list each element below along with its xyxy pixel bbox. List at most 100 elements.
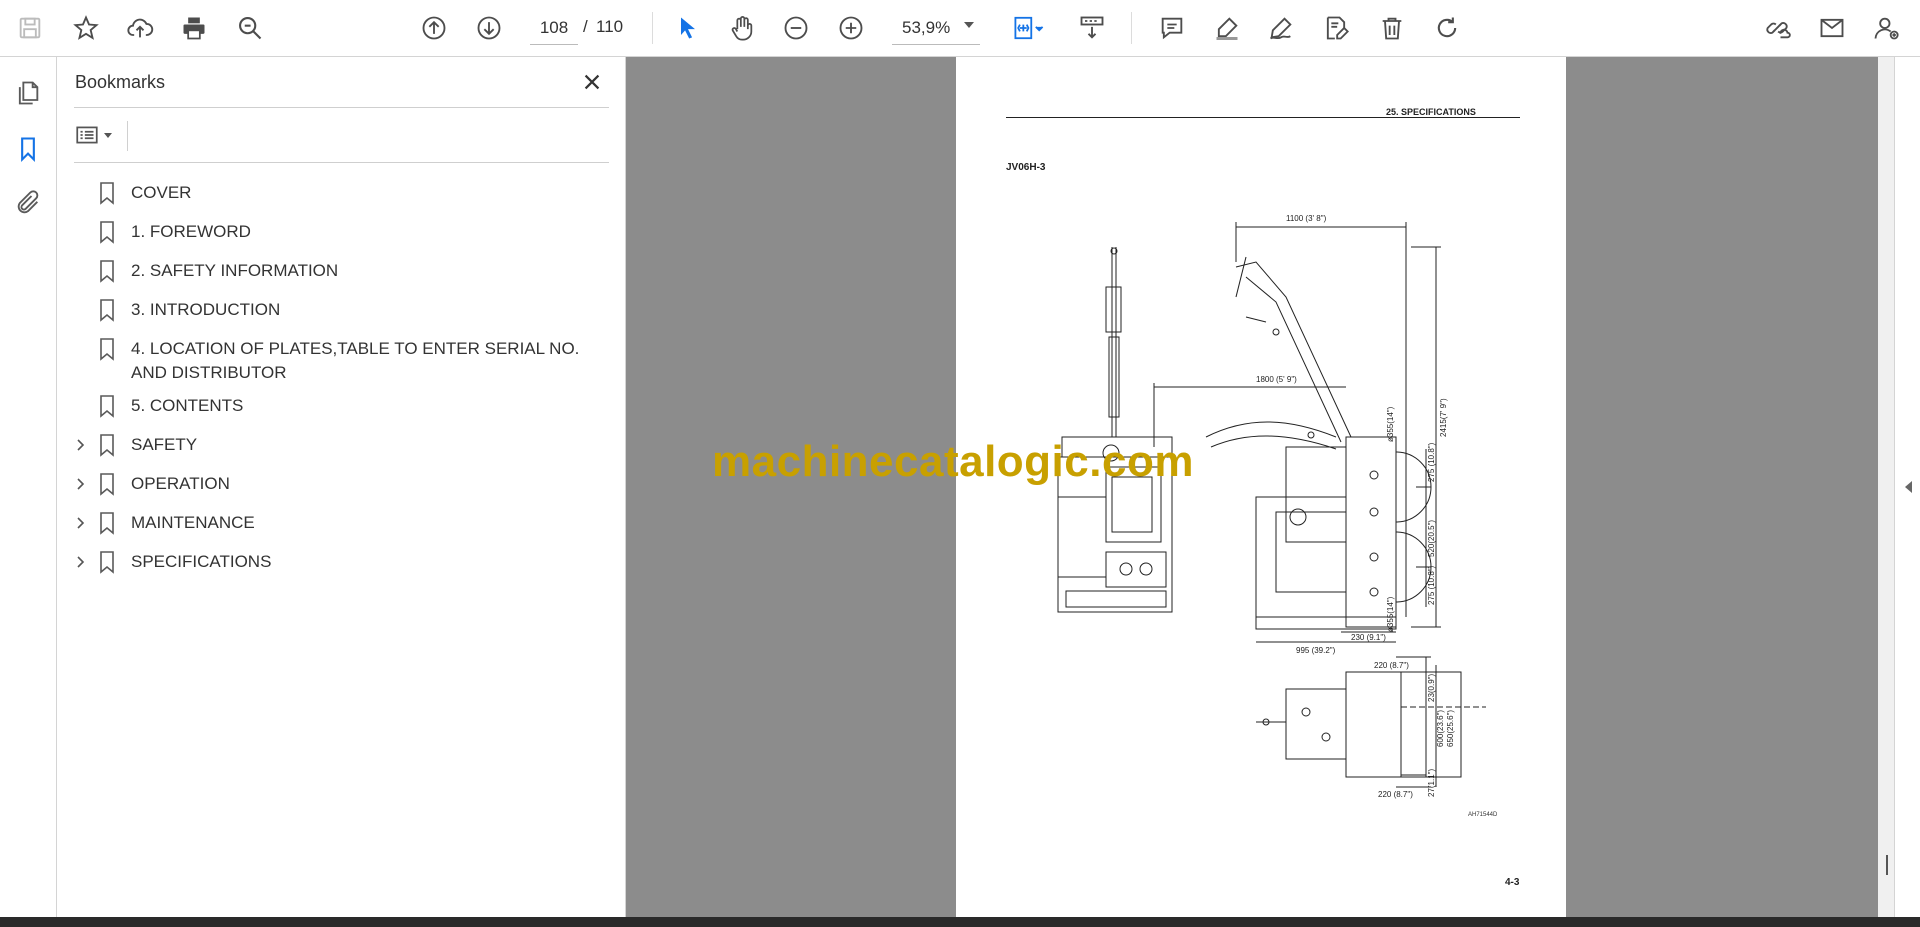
bookmark-item[interactable]: 2. SAFETY INFORMATION [57, 251, 625, 290]
toolbar-divider [652, 12, 653, 44]
divider [74, 162, 609, 163]
page-up-icon[interactable] [414, 8, 454, 48]
bookmark-label: MAINTENANCE [131, 513, 255, 532]
bookmarks-panel: Bookmarks COVER 1. FOREWORD 2. SAFETY IN… [57, 57, 626, 917]
bookmark-item[interactable]: SPECIFICATIONS [57, 542, 625, 581]
zoom-in-icon[interactable] [831, 8, 871, 48]
dimension-label: 1100 (3' 8") [1286, 214, 1327, 223]
bookmark-icon [100, 260, 114, 283]
bookmark-label: COVER [131, 183, 192, 202]
edit-text-icon[interactable] [1316, 8, 1356, 48]
bookmark-icon [100, 338, 114, 361]
bookmark-item[interactable]: 3. INTRODUCTION [57, 290, 625, 329]
highlight-icon[interactable] [1207, 8, 1247, 48]
bookmark-icon [100, 551, 114, 574]
bookmark-item[interactable]: SAFETY [57, 425, 625, 464]
email-icon[interactable] [1812, 8, 1852, 48]
bookmark-label: 4. LOCATION OF PLATES,TABLE TO ENTER SER… [131, 339, 580, 382]
dimension-label: 520(20.5") [1427, 520, 1436, 557]
bookmark-item[interactable]: 4. LOCATION OF PLATES,TABLE TO ENTER SER… [57, 329, 625, 386]
print-icon[interactable] [174, 8, 214, 48]
dimension-label: 600(23.6") [1436, 710, 1445, 747]
close-icon[interactable] [577, 67, 607, 97]
bookmark-label: 1. FOREWORD [131, 222, 251, 241]
dimension-label: ø355(14") [1386, 596, 1395, 632]
page-down-icon[interactable] [469, 8, 509, 48]
bookmark-label: SAFETY [131, 435, 198, 454]
divider [127, 121, 128, 151]
cloud-upload-icon[interactable] [120, 8, 160, 48]
dimension-label: 995 (39.2") [1296, 646, 1336, 655]
bookmark-icon [100, 221, 114, 244]
zoom-value: 53,9% [902, 18, 951, 37]
search-zoom-icon[interactable] [230, 8, 270, 48]
main-toolbar: / 110 53,9% [0, 0, 1920, 57]
bookmark-icon [100, 299, 114, 322]
hand-icon[interactable] [722, 8, 762, 48]
fit-page-icon[interactable] [1004, 8, 1054, 48]
save-icon[interactable] [10, 8, 50, 48]
dimension-label: ø355(14") [1386, 406, 1395, 442]
vertical-scrollbar[interactable] [1878, 57, 1894, 917]
scrollbar-thumb[interactable] [1886, 855, 1888, 875]
dimension-label: 230 (9.1") [1351, 633, 1386, 642]
chevron-right-icon[interactable] [73, 477, 87, 491]
chevron-down-icon [964, 22, 974, 28]
chevron-right-icon[interactable] [73, 438, 87, 452]
bookmark-list: COVER 1. FOREWORD 2. SAFETY INFORMATION … [57, 173, 625, 581]
bookmark-item[interactable]: MAINTENANCE [57, 503, 625, 542]
bookmark-icon [100, 434, 114, 457]
redo-icon[interactable] [1427, 8, 1467, 48]
chevron-right-icon[interactable] [73, 516, 87, 530]
dimension-label: 2415(7' 9") [1439, 398, 1448, 437]
page-total: 110 [596, 17, 624, 36]
bookmark-label: 5. CONTENTS [131, 396, 244, 415]
share-link-icon[interactable] [1757, 8, 1797, 48]
bookmark-icon [100, 395, 114, 418]
bookmark-item[interactable]: 1. FOREWORD [57, 212, 625, 251]
dimension-label: 220 (8.7") [1374, 661, 1409, 670]
bookmark-options-button[interactable] [74, 117, 122, 153]
page-separator: / [583, 17, 588, 36]
bookmark-item[interactable]: COVER [57, 173, 625, 212]
watermark-text: machinecatalogic.com [712, 437, 1194, 486]
dimension-label: 23(0.9") [1427, 673, 1436, 702]
draw-icon[interactable] [1261, 8, 1301, 48]
bookmark-label: 3. INTRODUCTION [131, 300, 281, 319]
bookmark-label: OPERATION [131, 474, 230, 493]
dimension-label: 275 (10.8") [1427, 565, 1436, 605]
scroll-mode-icon[interactable] [1072, 8, 1112, 48]
dimension-label: 27(1.1") [1427, 768, 1436, 797]
panel-title: Bookmarks [75, 72, 166, 92]
bookmark-icon [100, 182, 114, 205]
attachment-icon[interactable] [10, 185, 46, 221]
bookmark-icon [100, 473, 114, 496]
chevron-down-icon [104, 132, 112, 138]
bookmark-label: 2. SAFETY INFORMATION [131, 261, 339, 280]
chevron-right-icon[interactable] [73, 555, 87, 569]
expand-right-panel-icon[interactable] [1905, 481, 1912, 493]
comment-icon[interactable] [1152, 8, 1192, 48]
account-icon[interactable] [1866, 8, 1906, 48]
taskbar-edge [0, 917, 1920, 927]
divider [74, 107, 609, 108]
select-cursor-icon[interactable] [668, 8, 708, 48]
star-icon[interactable] [66, 8, 106, 48]
dimension-label: 650(25.6") [1446, 710, 1455, 747]
bookmark-panel-icon[interactable] [10, 131, 46, 167]
toolbar-divider [1131, 12, 1132, 44]
page-number-input[interactable] [530, 12, 578, 45]
bookmark-icon [100, 512, 114, 535]
page-number: 4-3 [1505, 877, 1520, 888]
zoom-out-icon[interactable] [776, 8, 816, 48]
dimension-label: 220 (8.7") [1378, 790, 1413, 799]
navigation-rail [0, 57, 57, 917]
zoom-select[interactable]: 53,9% [892, 12, 980, 45]
page-thumbnails-icon[interactable] [10, 75, 46, 111]
bookmark-item[interactable]: OPERATION [57, 464, 625, 503]
list-options-icon [76, 126, 98, 144]
bookmark-label: SPECIFICATIONS [131, 552, 272, 571]
dimension-label: 275 (10.8") [1427, 442, 1436, 482]
delete-icon[interactable] [1372, 8, 1412, 48]
bookmark-item[interactable]: 5. CONTENTS [57, 386, 625, 425]
